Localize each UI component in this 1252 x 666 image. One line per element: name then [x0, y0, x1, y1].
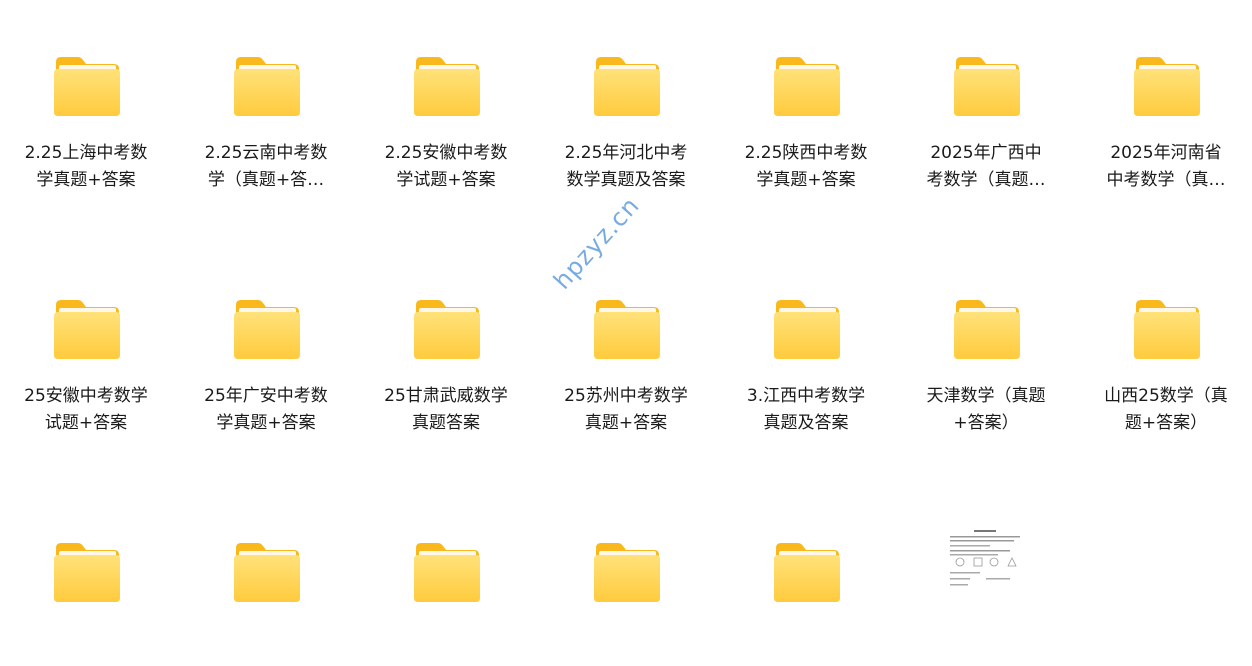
folder-item[interactable]: 2025年广西中 考数学（真题…	[908, 0, 1064, 190]
folder-item[interactable]: 3.江西中考数学 真题及答案	[728, 243, 884, 433]
folder-icon	[52, 52, 122, 118]
folder-name: 25安徽中考数学 试题+答案	[8, 383, 164, 437]
folder-icon	[1132, 295, 1202, 361]
folder-name: 3.江西中考数学 真题及答案	[728, 383, 884, 437]
folder-name-line: 2.25年河北中考	[564, 143, 688, 163]
folder-icon	[772, 538, 842, 604]
folder-name-line: 3.江西中考数学	[746, 386, 866, 406]
folder-name-line: 2.25安徽中考数	[384, 143, 508, 163]
folder-item[interactable]: 25甘肃武威数学 真题答案	[368, 243, 524, 433]
folder-item[interactable]	[188, 486, 344, 666]
folder-name-line: 学真题+答案	[216, 413, 316, 433]
folder-name-line: 2.25云南中考数	[204, 143, 328, 163]
folder-icon	[952, 295, 1022, 361]
folder-name: 2.25年河北中考 数学真题及答案	[548, 140, 704, 194]
folder-item[interactable]: 山西25数学（真 题+答案）	[1088, 243, 1244, 433]
document-thumbnail-icon[interactable]	[946, 528, 1026, 588]
folder-name: 25苏州中考数学 真题+答案	[548, 383, 704, 437]
folder-name-line: 考数学（真题…	[926, 170, 1046, 190]
folder-name-line: 25甘肃武威数学	[384, 386, 508, 406]
folder-item[interactable]	[368, 486, 524, 666]
folder-icon	[52, 295, 122, 361]
folder-item[interactable]: 2.25陕西中考数 学真题+答案	[728, 0, 884, 190]
folder-name-line: 25苏州中考数学	[564, 386, 688, 406]
folder-name: 2025年河南省 中考数学（真…	[1088, 140, 1244, 194]
folder-name-line: 真题及答案	[763, 413, 849, 433]
folder-item[interactable]: 25安徽中考数学 试题+答案	[8, 243, 164, 433]
folder-icon	[592, 52, 662, 118]
folder-name-line: 中考数学（真…	[1106, 170, 1226, 190]
folder-item[interactable]: 2.25年河北中考 数学真题及答案	[548, 0, 704, 190]
folder-icon	[1132, 52, 1202, 118]
folder-icon	[952, 52, 1022, 118]
folder-icon	[412, 295, 482, 361]
file-grid: 2.25上海中考数 学真题+答案 2.25云南中考数 学（真题+答… 2.25安徽中考数…	[0, 0, 1252, 602]
folder-name-line: 真题答案	[412, 413, 480, 433]
folder-name: 2.25陕西中考数 学真题+答案	[728, 140, 884, 194]
folder-name-line: 2025年广西中	[930, 143, 1042, 163]
folder-name-line: 题+答案）	[1124, 413, 1208, 433]
folder-icon	[52, 538, 122, 604]
folder-name: 25甘肃武威数学 真题答案	[368, 383, 524, 437]
folder-icon	[772, 52, 842, 118]
folder-name-line: 25安徽中考数学	[24, 386, 148, 406]
folder-name-line: 学真题+答案	[36, 170, 136, 190]
folder-name: 2.25安徽中考数 学试题+答案	[368, 140, 524, 194]
folder-name-line: 25年广安中考数	[204, 386, 328, 406]
folder-name-line: 学试题+答案	[396, 170, 496, 190]
folder-item[interactable]: 2.25安徽中考数 学试题+答案	[368, 0, 524, 190]
folder-name-line: 真题+答案	[584, 413, 668, 433]
folder-icon	[592, 538, 662, 604]
folder-name-line: 试题+答案	[44, 413, 128, 433]
folder-name: 2025年广西中 考数学（真题…	[908, 140, 1064, 194]
folder-name-line: 天津数学（真题	[926, 386, 1046, 406]
folder-icon	[772, 295, 842, 361]
folder-icon	[592, 295, 662, 361]
folder-icon	[232, 295, 302, 361]
folder-name-line: 2.25上海中考数	[24, 143, 148, 163]
folder-item[interactable]: 2.25云南中考数 学（真题+答…	[188, 0, 344, 190]
folder-name: 山西25数学（真 题+答案）	[1088, 383, 1244, 437]
folder-name: 天津数学（真题 +答案）	[908, 383, 1064, 437]
folder-icon	[412, 52, 482, 118]
folder-name: 2.25上海中考数 学真题+答案	[8, 140, 164, 194]
folder-name-line: 数学真题及答案	[566, 170, 686, 190]
folder-name-line: 2.25陕西中考数	[744, 143, 868, 163]
folder-item[interactable]	[728, 486, 884, 666]
folder-item[interactable]: 天津数学（真题 +答案）	[908, 243, 1064, 433]
folder-item[interactable]	[8, 486, 164, 666]
folder-name-line: 2025年河南省	[1110, 143, 1222, 163]
folder-item[interactable]	[548, 486, 704, 666]
folder-name-line: 学（真题+答…	[207, 170, 325, 190]
folder-name-line: 学真题+答案	[756, 170, 856, 190]
folder-name-line: 山西25数学（真	[1104, 386, 1228, 406]
folder-item[interactable]: 25年广安中考数 学真题+答案	[188, 243, 344, 433]
folder-name: 25年广安中考数 学真题+答案	[188, 383, 344, 437]
folder-item[interactable]: 2025年河南省 中考数学（真…	[1088, 0, 1244, 190]
folder-icon	[232, 52, 302, 118]
folder-item[interactable]: 2.25上海中考数 学真题+答案	[8, 0, 164, 190]
folder-name-line: +答案）	[953, 413, 1019, 433]
folder-icon	[412, 538, 482, 604]
folder-icon	[232, 538, 302, 604]
folder-name: 2.25云南中考数 学（真题+答…	[188, 140, 344, 194]
